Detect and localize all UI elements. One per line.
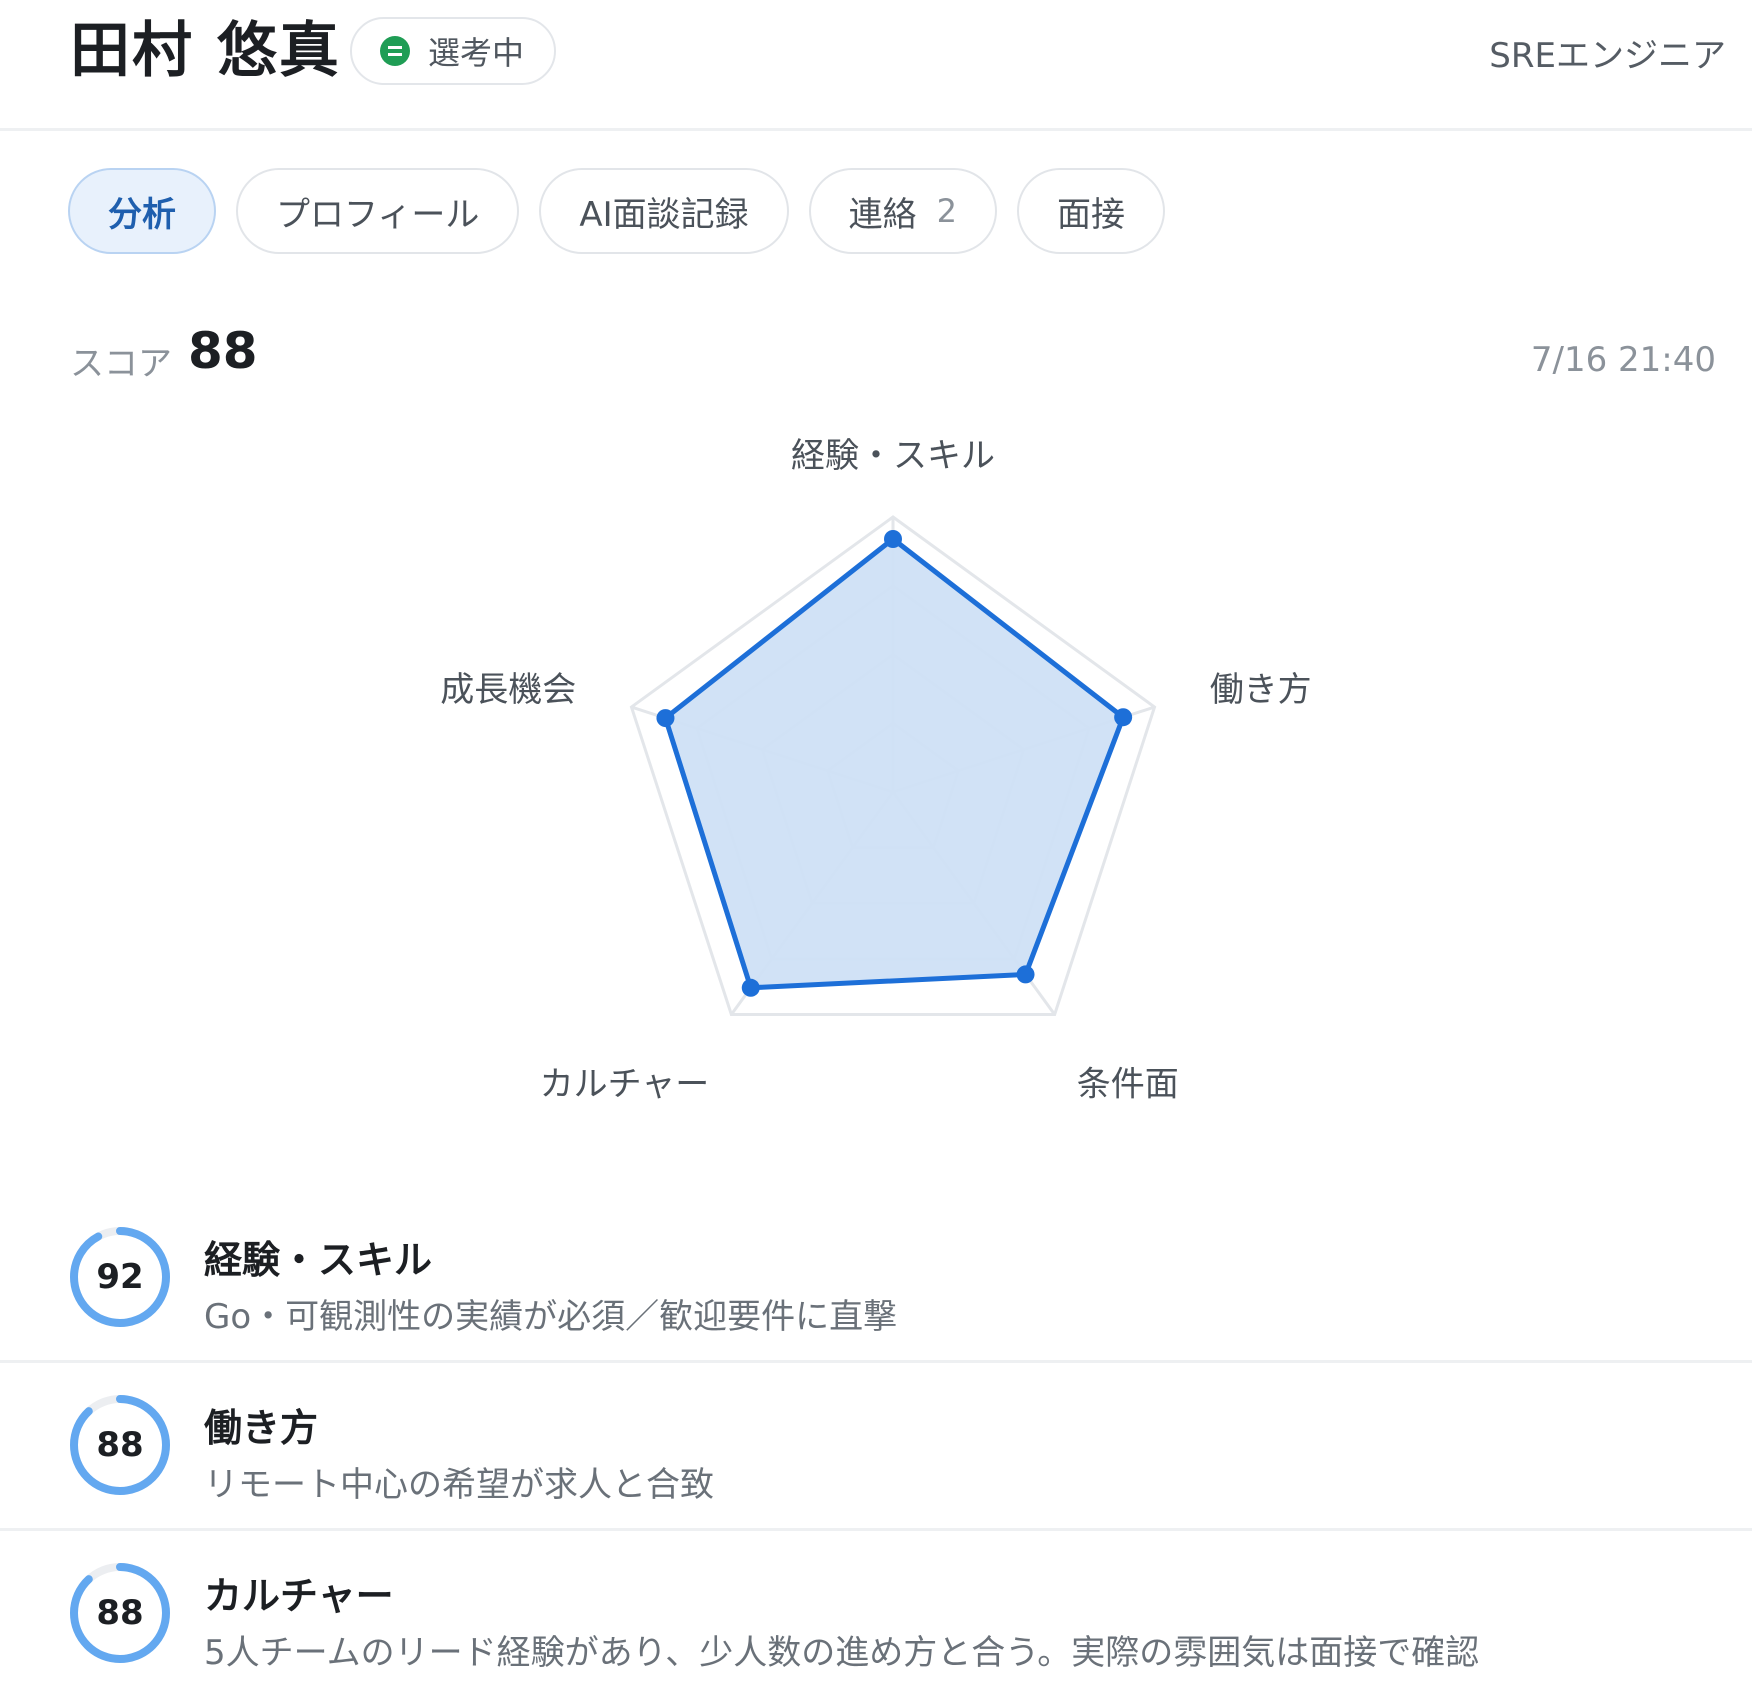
radar-axis-label: 経験・スキル — [791, 436, 995, 476]
score-detail-list: 92 経験・スキル Go・可観測性の実績が必須／歓迎要件に直撃 88 働き方 リ… — [0, 1195, 1752, 1699]
tab-bar: 分析 プロフィール AI面談記録 連絡 2 面接 — [68, 168, 1165, 254]
item-description: 5人チームのリード経験があり、少人数の進め方と合う。実際の雰囲気は面接で確認 — [204, 1633, 1480, 1673]
score-number: 92 — [96, 1257, 144, 1297]
tab-label: プロフィール — [276, 194, 480, 235]
item-title: 働き方 — [204, 1406, 319, 1450]
radar-data-point — [1114, 708, 1133, 727]
status-in-progress-icon — [380, 36, 410, 66]
status-label: 選考中 — [428, 34, 525, 72]
list-item[interactable]: 88 カルチャー 5人チームのリード経験があり、少人数の進め方と合う。実際の雰囲… — [0, 1531, 1752, 1699]
tab-label: 面接 — [1056, 194, 1125, 235]
radar-data-point — [656, 709, 675, 728]
radar-axis-label: 成長機会 — [440, 670, 576, 710]
tab-label: AI面談記録 — [579, 194, 749, 235]
radar-axis-label: 働き方 — [1210, 670, 1312, 710]
list-item[interactable]: 92 経験・スキル Go・可観測性の実績が必須／歓迎要件に直撃 — [0, 1195, 1752, 1363]
score-number: 88 — [96, 1593, 144, 1633]
item-title: 経験・スキル — [204, 1238, 433, 1282]
score-ring: 88 — [68, 1561, 172, 1665]
analysis-timestamp: 7/16 21:40 — [1530, 340, 1716, 380]
score-ring: 92 — [68, 1225, 172, 1329]
radar-chart: 経験・スキル働き方条件面 カルチャー 成長機会 — [440, 436, 1312, 1100]
score-label: スコア — [70, 344, 172, 384]
item-description: リモート中心の希望が求人と合致 — [204, 1465, 714, 1505]
list-item[interactable]: 88 働き方 リモート中心の希望が求人と合致 — [0, 1363, 1752, 1531]
radar-data-point — [884, 530, 902, 548]
radar-data-point — [741, 978, 760, 997]
tab-analysis[interactable]: 分析 — [68, 168, 216, 254]
score-value: 88 — [188, 322, 258, 380]
tab-label: 連絡 — [848, 194, 917, 235]
tab-label: 分析 — [108, 194, 176, 235]
tab-profile[interactable]: プロフィール — [236, 168, 520, 254]
job-title: SREエンジニア — [1489, 36, 1726, 76]
score-ring: 88 — [68, 1393, 172, 1497]
radar-series-area — [662, 536, 1126, 991]
tab-count-badge: 2 — [936, 192, 957, 230]
tab-interview[interactable]: 面接 — [1016, 168, 1165, 254]
tab-ai-interview-record[interactable]: AI面談記録 — [539, 168, 789, 254]
tab-contact[interactable]: 連絡 2 — [808, 168, 997, 254]
item-title: カルチャー — [204, 1574, 394, 1618]
candidate-name: 田村 悠真 — [70, 16, 341, 86]
radar-axis-label: カルチャー — [540, 1064, 710, 1100]
score-number: 88 — [96, 1425, 144, 1465]
radar-data-point — [1016, 965, 1035, 984]
item-description: Go・可観測性の実績が必須／歓迎要件に直撃 — [204, 1297, 898, 1337]
radar-axis-label: 条件面 — [1077, 1064, 1179, 1100]
candidate-header: 田村 悠真 選考中 SREエンジニア — [0, 0, 1752, 131]
status-badge[interactable]: 選考中 — [350, 17, 557, 85]
